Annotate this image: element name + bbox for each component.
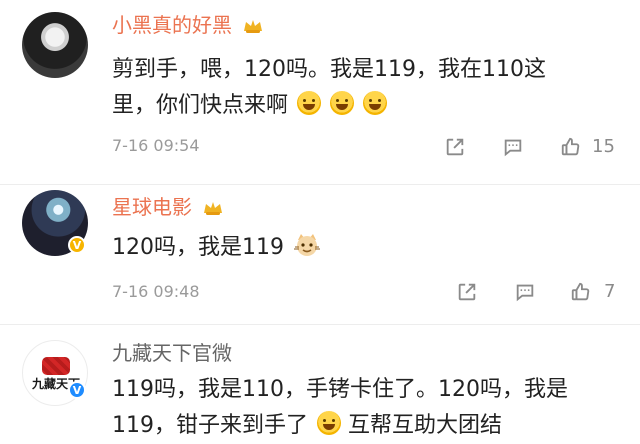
- comment-text-line: 119吗，我是110，手铐卡住了。120吗，我是: [112, 377, 568, 402]
- username-text[interactable]: 星球电影: [112, 195, 192, 219]
- comment-icon[interactable]: [502, 136, 524, 158]
- comment-icon[interactable]: [514, 281, 536, 303]
- laughing-emoji-icon: [317, 411, 341, 435]
- laughing-crying-emoji-icon: [363, 91, 388, 115]
- share-icon[interactable]: [444, 136, 466, 158]
- crown-icon: [202, 196, 224, 215]
- laughing-crying-emoji-icon: [297, 91, 322, 115]
- like-count: 7: [604, 281, 616, 302]
- divider: [0, 184, 640, 185]
- comment-text-segment: 里，你们快点来啊: [112, 93, 289, 118]
- timestamp: 7-16 09:54: [112, 136, 200, 155]
- comment-text-line: 119，钳子来到手了 互帮互助大团结: [112, 408, 612, 444]
- laughing-crying-emoji-icon: [330, 91, 355, 115]
- verified-badge-icon: V: [68, 236, 86, 254]
- cat-emoji-icon: [293, 231, 321, 259]
- username[interactable]: 星球电影: [112, 194, 224, 220]
- thumb-up-icon[interactable]: [570, 281, 592, 303]
- username-text[interactable]: 九藏天下官微: [112, 341, 232, 365]
- comment-text: 120吗，我是119: [112, 230, 612, 266]
- username[interactable]: 九藏天下官微: [112, 340, 232, 366]
- divider: [0, 324, 640, 325]
- like-count: 15: [592, 136, 615, 157]
- comment-text: 119吗，我是110，手铐卡住了。120吗，我是 119，钳子来到手了 互帮互助…: [112, 372, 612, 444]
- verified-badge-icon: V: [68, 381, 86, 399]
- chinese-knot-icon: [42, 356, 70, 375]
- comment-text-segment: 120吗，我是119: [112, 235, 284, 260]
- username[interactable]: 小黑真的好黑: [112, 12, 264, 38]
- crown-icon: [242, 14, 264, 33]
- timestamp: 7-16 09:48: [112, 282, 200, 301]
- username-text[interactable]: 小黑真的好黑: [112, 13, 232, 37]
- comment-text: 剪到手，喂，120吗。我是119，我在110这 里，你们快点来啊: [112, 52, 612, 124]
- share-icon[interactable]: [456, 281, 478, 303]
- comment-text-segment: 119，钳子来到手了: [112, 413, 308, 438]
- comment-text-line: 剪到手，喂，120吗。我是119，我在110这: [112, 57, 546, 82]
- avatar[interactable]: [22, 12, 88, 78]
- comment-text-line: 里，你们快点来啊: [112, 88, 612, 124]
- thumb-up-icon[interactable]: [560, 136, 582, 158]
- comment-text-segment: 互帮互助大团结: [348, 413, 503, 438]
